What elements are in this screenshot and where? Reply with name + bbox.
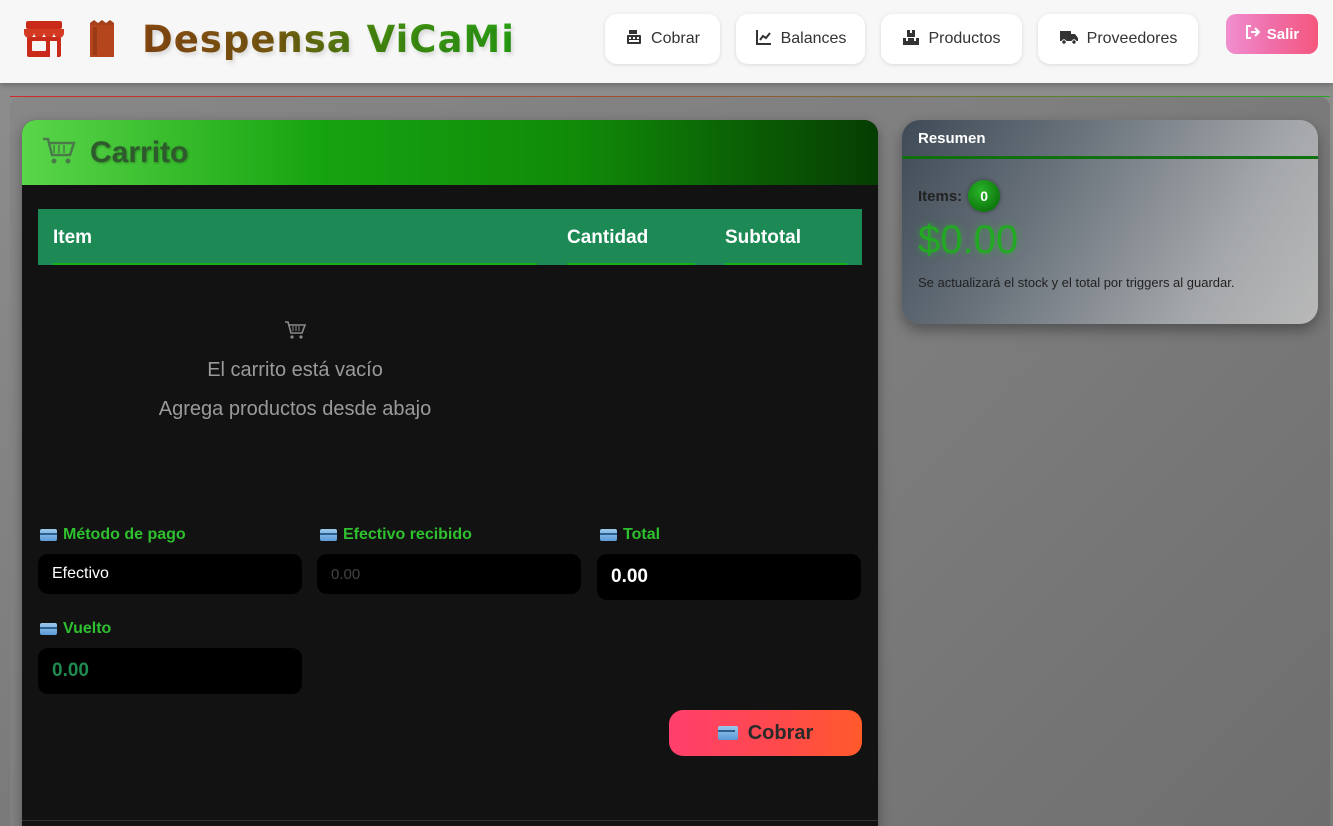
credit-card-icon xyxy=(40,529,57,541)
items-label: Items: xyxy=(918,187,963,205)
total-value: 0.00 xyxy=(611,566,648,587)
top-navbar: Despensa ViCaMi Cobrar Balances Producto… xyxy=(0,0,1333,83)
empty-cart-hint: Agrega productos desde abajo xyxy=(158,398,432,420)
boxes-icon xyxy=(902,28,920,51)
total-label: Total xyxy=(600,526,660,544)
items-count-row: Items: 0 xyxy=(918,180,1001,212)
cart-table-header: Item Cantidad Subtotal xyxy=(38,209,862,265)
cart-card: Carrito Item Cantidad Subtotal El carrit… xyxy=(22,120,878,826)
vuelto-label-text: Vuelto xyxy=(63,620,112,637)
credit-card-icon xyxy=(40,623,57,635)
nav-productos-label: Productos xyxy=(928,30,1001,47)
logout-label: Salir xyxy=(1266,25,1300,43)
column-cantidad: Cantidad xyxy=(567,227,649,248)
metodo-pago-select[interactable]: Efectivo xyxy=(38,554,302,594)
nav-cobrar-button[interactable]: Cobrar xyxy=(605,14,720,64)
column-subtotal-underline xyxy=(725,263,847,265)
cash-register-icon xyxy=(625,28,643,51)
cobrar-submit-label: Cobrar xyxy=(747,721,814,744)
line-chart-icon xyxy=(755,28,773,51)
cart-title: Carrito xyxy=(90,135,189,169)
bag-icon xyxy=(84,17,120,61)
vuelto-label: Vuelto xyxy=(40,620,111,638)
brand-title: Despensa ViCaMi xyxy=(142,17,515,61)
logout-button[interactable]: Salir xyxy=(1226,14,1318,54)
sign-out-icon xyxy=(1245,24,1261,44)
empty-cart-icon xyxy=(22,320,568,345)
summary-title: Resumen xyxy=(902,120,1318,159)
total-label-text: Total xyxy=(623,526,661,543)
credit-card-icon xyxy=(717,726,738,740)
efectivo-recibido-placeholder: 0.00 xyxy=(331,565,361,583)
nav-balances-label: Balances xyxy=(780,30,847,47)
credit-card-icon xyxy=(600,529,617,541)
nav-proveedores-button[interactable]: Proveedores xyxy=(1038,14,1198,64)
efectivo-recibido-label-text: Efectivo recibido xyxy=(343,526,472,543)
truck-icon xyxy=(1059,28,1079,51)
metodo-pago-label-text: Método de pago xyxy=(63,526,186,543)
summary-card: Resumen Items: 0 $0.00 Se actualizará el… xyxy=(902,120,1318,324)
store-icon xyxy=(22,17,66,61)
total-field: 0.00 xyxy=(597,554,861,600)
summary-total: $0.00 xyxy=(918,218,1019,262)
column-item-underline xyxy=(53,263,537,265)
nav-balances-button[interactable]: Balances xyxy=(736,14,865,64)
empty-cart-text: El carrito está vacío xyxy=(207,359,383,381)
efectivo-recibido-label: Efectivo recibido xyxy=(320,526,472,544)
empty-cart-message: El carrito está vacío Agrega productos d… xyxy=(22,320,568,421)
credit-card-icon xyxy=(320,529,337,541)
summary-note: Se actualizará el stock y el total por t… xyxy=(918,275,1235,290)
cart-footer-divider xyxy=(22,820,878,821)
items-count-badge: 0 xyxy=(968,180,1001,212)
metodo-pago-value: Efectivo xyxy=(52,565,109,582)
vuelto-value: 0.00 xyxy=(52,660,89,681)
nav-productos-button[interactable]: Productos xyxy=(881,14,1022,64)
cart-header: Carrito xyxy=(22,120,878,185)
nav-proveedores-label: Proveedores xyxy=(1086,30,1178,47)
column-subtotal: Subtotal xyxy=(725,227,801,248)
cobrar-submit-button[interactable]: Cobrar xyxy=(669,710,862,756)
metodo-pago-label: Método de pago xyxy=(40,526,186,544)
nav-cobrar-label: Cobrar xyxy=(651,30,700,47)
column-cantidad-underline xyxy=(567,263,695,265)
efectivo-recibido-input[interactable]: 0.00 xyxy=(317,554,581,594)
brand: Despensa ViCaMi xyxy=(22,14,515,64)
vuelto-field: 0.00 xyxy=(38,648,302,694)
column-item: Item xyxy=(53,227,93,248)
shopping-cart-icon xyxy=(42,136,76,170)
